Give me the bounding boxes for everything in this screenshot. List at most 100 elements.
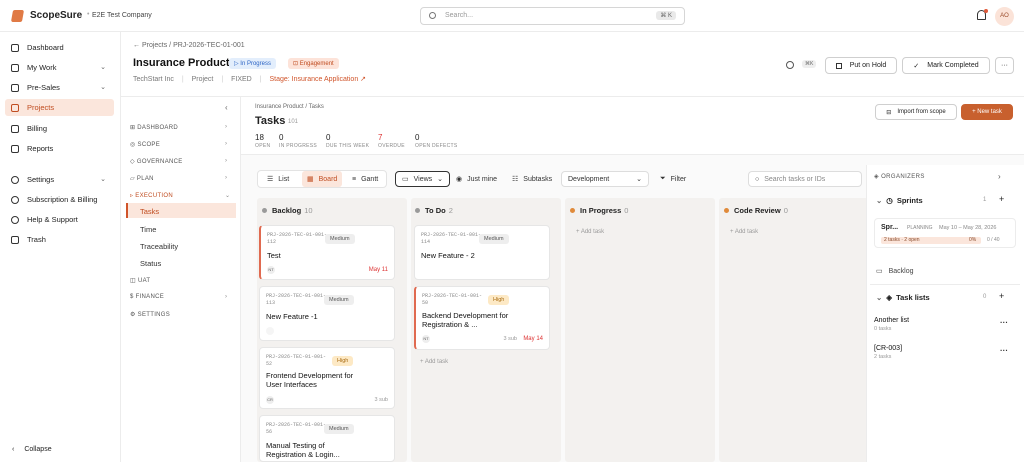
sprints-label: Sprints [896, 196, 923, 205]
stat-label: OPEN [255, 143, 271, 149]
stage-link[interactable]: Stage: Insurance Application ↗ [269, 76, 366, 83]
subnav-plan[interactable]: ▱ PLAN › [130, 175, 227, 182]
add-task-list-button[interactable]: + [999, 291, 1004, 301]
add-task-button[interactable]: + Add task [576, 229, 604, 235]
sidebar-item-label: Reports [27, 144, 54, 153]
chevron-right-icon[interactable]: › [998, 172, 1001, 181]
collapse-button[interactable]: ‹ Collapse [12, 446, 52, 453]
subnav-settings[interactable]: ⚙ SETTINGS [130, 311, 170, 318]
sidebar-item-label: My Work [27, 63, 57, 72]
backlog-link[interactable]: ▭ Backlog [876, 267, 914, 275]
subnav-scope[interactable]: ◎ SCOPE › [130, 141, 227, 148]
import-from-scope-button[interactable]: ⊟ Import from scope [875, 104, 957, 120]
more-icon[interactable]: ··· [1000, 318, 1008, 327]
avatar: NT [267, 266, 275, 274]
task-card[interactable]: PRJ-2026-TEC-01-001-112 Medium Test NT M… [259, 225, 395, 280]
just-mine-toggle[interactable]: ◉ Just mine [456, 171, 497, 187]
subnav-governance[interactable]: ◇ GOVERNANCE › [130, 158, 227, 165]
subnav-label: DASHBOARD [137, 125, 179, 131]
receipt-icon [11, 124, 19, 133]
task-card[interactable]: PRJ-2026-TEC-01-001-56 Medium Manual Tes… [259, 415, 395, 462]
filter-select[interactable]: Development ⌄ [561, 171, 649, 187]
board-view-button[interactable]: ▦ Board [302, 171, 343, 187]
add-task-button[interactable]: + Add task [420, 359, 448, 365]
sidebar-item-settings[interactable]: Settings ⌄ [5, 171, 114, 188]
stat-due-this-week: 0 DUE THIS WEEK [326, 133, 369, 149]
shield-icon: ◇ [130, 159, 137, 165]
task-title: New Feature - 2 [421, 251, 475, 260]
pricing-model: FIXED [231, 76, 252, 83]
sidebar-item-label: Projects [27, 103, 55, 112]
global-search-input[interactable]: Search... ⌘ K [420, 7, 685, 25]
more-button[interactable]: ··· [995, 57, 1014, 74]
add-sprint-button[interactable]: + [999, 194, 1004, 204]
priority-badge: High [332, 356, 354, 366]
views-dropdown[interactable]: ▭ Views ⌄ [395, 171, 451, 187]
task-card[interactable]: PRJ-2026-TEC-01-001-52 High Frontend Dev… [259, 347, 395, 409]
project-meta: TechStart Inc | Project | FIXED | Stage:… [133, 76, 367, 83]
subnav-label: SETTINGS [137, 312, 171, 318]
priority-badge: Medium [324, 295, 354, 305]
sidebar-item-pre-sales[interactable]: Pre-Sales ⌄ [5, 79, 114, 96]
subnav-execution[interactable]: ▹ EXECUTION ⌄ [130, 192, 230, 199]
task-list-item[interactable]: Another list 0 tasks ··· [874, 317, 1016, 337]
more-icon[interactable]: ··· [1000, 346, 1008, 355]
filter-button[interactable]: ⏷ Filter [660, 171, 686, 187]
sidebar-item-subscription[interactable]: Subscription & Billing [5, 191, 114, 208]
add-task-button[interactable]: + Add task [730, 229, 758, 235]
sidebar-item-projects[interactable]: Projects [5, 99, 114, 116]
breadcrumb[interactable]: ← Projects / PRJ-2026-TEC-01-001 [133, 42, 245, 49]
mark-completed-button[interactable]: ✓ Mark Completed [902, 57, 990, 74]
subnav-dashboard[interactable]: ⊞ DASHBOARD › [130, 124, 227, 131]
task-id: PRJ-2026-TEC-01-001-112 [267, 232, 328, 245]
list-view-button[interactable]: ☰ List [267, 171, 289, 187]
sidebar-item-help[interactable]: Help & Support [5, 211, 114, 228]
subtasks-toggle[interactable]: ☷ Subtasks [512, 171, 552, 187]
subnav-label: UAT [137, 278, 151, 284]
import-label: Import from scope [897, 109, 946, 115]
task-search-input[interactable]: ○ Search tasks or IDs [748, 171, 862, 187]
subnav-item-time[interactable]: Time [140, 225, 156, 234]
subtask-count: 3 sub [374, 397, 388, 403]
sidebar-item-dashboard[interactable]: Dashboard [5, 39, 114, 56]
tasks-count: 101 [288, 119, 299, 125]
chevron-down-icon: ⌄ [876, 196, 883, 205]
new-task-button[interactable]: + New task [961, 104, 1013, 120]
search-icon[interactable] [786, 61, 794, 69]
column-header-in-progress: In Progress 0 [570, 206, 628, 215]
task-card[interactable]: PRJ-2026-TEC-01-001-113 Medium New Featu… [259, 286, 395, 341]
avatar[interactable]: AO [995, 7, 1014, 26]
sprints-header[interactable]: ⌄ ◷ Sprints [876, 196, 923, 205]
task-list-name: [CR-003] [874, 345, 903, 352]
tasks-breadcrumb[interactable]: Insurance Product / Tasks [255, 104, 324, 110]
task-lists-header[interactable]: ⌄ ◈ Task lists [876, 293, 930, 302]
subnav-finance[interactable]: $ FINANCE › [130, 294, 227, 300]
subtasks-icon: ☷ [512, 176, 519, 183]
sidebar-item-my-work[interactable]: My Work ⌄ [5, 59, 114, 76]
task-list-count: 0 tasks [874, 326, 892, 332]
search-placeholder: Search... [445, 12, 474, 19]
task-list-count: 2 tasks [874, 354, 892, 360]
sprint-card[interactable]: Spr... PLANNING May 10 – May 28, 2026 2 … [874, 218, 1016, 248]
subnav-item-tasks[interactable]: Tasks [140, 207, 159, 216]
board-label: Board [318, 175, 338, 183]
put-on-hold-button[interactable]: Put on Hold [825, 57, 897, 74]
subnav-uat[interactable]: ◫ UAT [130, 277, 150, 284]
gantt-view-button[interactable]: ≡ Gantt [352, 171, 378, 187]
subnav-collapse-button[interactable]: ‹ [225, 103, 228, 112]
company-name[interactable]: E2E Test Company [92, 12, 152, 19]
column-count: 0 [624, 206, 629, 215]
chevron-right-icon: › [225, 141, 228, 147]
sidebar-item-trash[interactable]: Trash [5, 231, 114, 248]
task-card[interactable]: PRJ-2026-TEC-01-001-50 High Backend Deve… [414, 286, 550, 350]
sidebar-item-reports[interactable]: Reports [5, 140, 114, 157]
task-card[interactable]: PRJ-2026-TEC-01-001-114 Medium New Featu… [414, 225, 550, 280]
filter-select-value: Development [568, 175, 610, 183]
subnav-item-status[interactable]: Status [140, 259, 161, 268]
search-icon [429, 12, 436, 19]
sidebar-item-billing[interactable]: Billing [5, 120, 114, 137]
eye-icon: ◉ [456, 176, 463, 183]
chevron-right-icon: › [225, 124, 228, 130]
subnav-item-traceability[interactable]: Traceability [140, 242, 178, 251]
task-list-item[interactable]: [CR-003] 2 tasks ··· [874, 345, 1016, 365]
